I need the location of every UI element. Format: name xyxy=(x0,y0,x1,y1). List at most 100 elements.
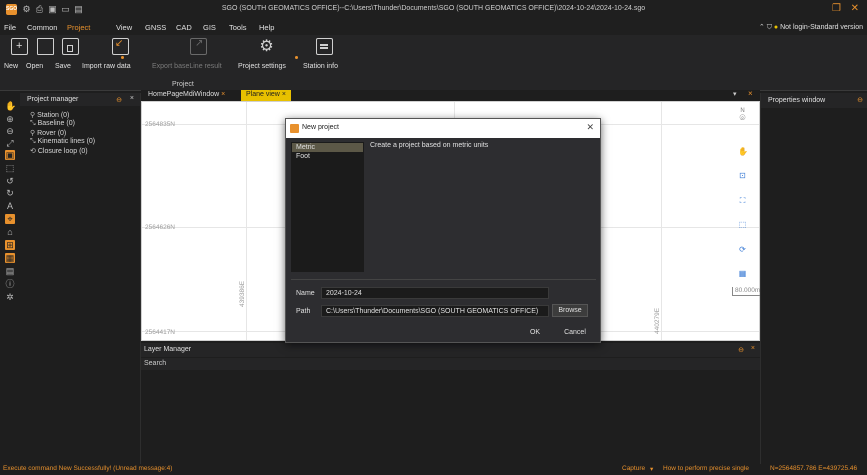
menu-bar: File Common Project View GNSS CAD GIS To… xyxy=(0,20,867,35)
help-hint-link[interactable]: How to perform precise single xyxy=(663,465,749,472)
collapse-ribbon-icon[interactable]: ⌃ xyxy=(759,24,765,31)
unit-description: Create a project based on metric units xyxy=(370,142,489,149)
station-icon: ⚲ xyxy=(30,112,36,119)
full-extent-icon[interactable]: ⛶ xyxy=(738,196,747,205)
info-icon[interactable]: ⓘ xyxy=(5,279,15,289)
pin-icon[interactable]: ⊖ xyxy=(116,96,122,104)
capture-toggle[interactable]: Capture xyxy=(622,465,645,472)
station-info-button[interactable]: Station info xyxy=(303,63,338,70)
zoom-window-icon[interactable]: ⊡ xyxy=(738,171,747,180)
menu-tools[interactable]: Tools xyxy=(229,23,247,32)
layer-manager-header: Layer Manager ⊖ × xyxy=(141,343,760,357)
tree-item-kinematic[interactable]: ⤡ Kinematic lines (0) xyxy=(30,138,95,146)
satellite-icon[interactable]: ✲ xyxy=(5,292,15,302)
open-folder-icon[interactable] xyxy=(37,38,54,55)
refresh-icon[interactable]: ⟳ xyxy=(738,245,747,254)
menu-gis[interactable]: GIS xyxy=(203,23,216,32)
layer-search-bar[interactable]: Search xyxy=(141,358,760,370)
status-message[interactable]: Execute command New Successfully! (Unrea… xyxy=(3,465,172,472)
import-icon[interactable]: ↙ xyxy=(112,38,129,55)
menu-common[interactable]: Common xyxy=(27,23,57,32)
login-status[interactable]: ⌃ ⛉ ● Not login-Standard version xyxy=(759,23,863,32)
rotate-right-icon[interactable]: ↻ xyxy=(5,188,15,198)
new-project-dialog: New project ✕ Metric Foot Create a proje… xyxy=(285,118,601,343)
grid-line xyxy=(246,102,247,340)
new-button[interactable]: New xyxy=(4,63,18,70)
menu-cad[interactable]: CAD xyxy=(176,23,192,32)
search-label: Search xyxy=(144,360,167,367)
zoom-extent-icon[interactable]: ⤢ xyxy=(5,138,15,148)
menu-help[interactable]: Help xyxy=(259,23,274,32)
crop-icon[interactable]: ⊞ xyxy=(5,240,15,250)
tree-item-station[interactable]: ⚲ Station (0) xyxy=(30,111,69,119)
loop-icon: ⟲ xyxy=(30,148,36,155)
tree-item-label: Baseline (0) xyxy=(37,120,75,127)
north-coordinate-label: 2564417N xyxy=(145,329,175,336)
home-icon[interactable]: ⌂ xyxy=(5,227,15,237)
tree-item-baseline[interactable]: ⤡ Baseline (0) xyxy=(30,120,75,128)
name-label: Name xyxy=(296,290,315,297)
ok-button[interactable]: OK xyxy=(520,327,550,340)
tab-dropdown-icon[interactable]: ▾ xyxy=(733,90,737,98)
capture-dropdown-icon[interactable]: ▾ xyxy=(650,465,653,473)
unit-foot[interactable]: Foot xyxy=(292,152,363,161)
tree-item-rover[interactable]: ⚲ Rover (0) xyxy=(30,129,66,137)
layers-icon[interactable]: ▦ xyxy=(738,269,747,278)
tree-item-closure-loop[interactable]: ⟲ Closure loop (0) xyxy=(30,147,88,155)
close-tab-icon[interactable]: × xyxy=(221,91,225,98)
project-manager-title: Project manager xyxy=(27,96,79,103)
frame-icon[interactable]: ⬚ xyxy=(738,220,747,229)
import-raw-data-button[interactable]: Import raw data xyxy=(82,63,131,70)
close-tab-icon[interactable]: × xyxy=(282,91,286,98)
project-manager-header: Project manager ⊖ × xyxy=(20,93,140,106)
shield-icon: ⛉ xyxy=(766,24,772,31)
tab-plane-view[interactable]: Plane view × xyxy=(241,90,291,101)
document-icon[interactable] xyxy=(316,38,333,55)
pin-icon[interactable]: ⊖ xyxy=(857,96,863,104)
box-select-icon[interactable]: ⬚ xyxy=(5,163,15,173)
close-dialog-icon[interactable]: ✕ xyxy=(586,122,594,133)
zoom-in-icon[interactable]: ⊕ xyxy=(5,114,15,124)
app-logo-icon xyxy=(290,124,299,133)
select-icon[interactable]: ▣ xyxy=(5,150,15,160)
scale-bar: 80.000m xyxy=(732,287,764,296)
menu-file[interactable]: File xyxy=(4,23,16,32)
left-toolbar: ✋ ⊕ ⊖ ⤢ ▣ ⬚ ↺ ↻ A ⌖ ⌂ ⊞ ▦ ▤ ⓘ ✲ xyxy=(0,93,20,464)
open-button[interactable]: Open xyxy=(26,63,43,70)
close-window-icon[interactable]: ✕ xyxy=(851,3,859,14)
close-view-icon[interactable]: × xyxy=(748,89,753,98)
pan-view-icon[interactable]: ✋ xyxy=(738,147,748,156)
menu-gnss[interactable]: GNSS xyxy=(145,23,166,32)
cancel-button[interactable]: Cancel xyxy=(558,327,592,340)
pin-icon[interactable]: ⊖ xyxy=(738,346,744,354)
project-settings-button[interactable]: Project settings xyxy=(238,63,286,70)
menu-view[interactable]: View xyxy=(116,23,132,32)
layer-manager-title: Layer Manager xyxy=(144,346,192,353)
save-button[interactable]: Save xyxy=(55,63,71,70)
menu-project[interactable]: Project xyxy=(67,23,90,32)
project-path-input[interactable]: C:\Users\Thunder\Documents\SGO (SOUTH GE… xyxy=(321,305,549,317)
measure-icon[interactable]: ⌖ xyxy=(5,214,15,224)
layer-manager-panel: Layer Manager ⊖ × Search xyxy=(141,343,760,464)
new-icon[interactable]: + xyxy=(11,38,28,55)
project-name-input[interactable]: 2024-10-24 xyxy=(321,287,549,299)
close-panel-icon[interactable]: × xyxy=(751,345,755,352)
table-icon[interactable]: ▦ xyxy=(5,253,15,263)
pan-hand-icon[interactable]: ✋ xyxy=(5,101,16,111)
settings-dropdown-icon[interactable] xyxy=(295,56,298,59)
zoom-out-icon[interactable]: ⊖ xyxy=(5,126,15,136)
project-form: Name 2024-10-24 Path C:\Users\Thunder\Do… xyxy=(291,279,596,325)
unit-metric[interactable]: Metric xyxy=(292,143,363,152)
grid-icon[interactable]: ▤ xyxy=(5,266,15,276)
close-panel-icon[interactable]: × xyxy=(130,95,134,102)
browse-button[interactable]: Browse xyxy=(552,304,588,317)
settings-gear-icon[interactable]: ⚙ xyxy=(258,38,275,55)
export-icon: ↗ xyxy=(190,38,207,55)
rotate-left-icon[interactable]: ↺ xyxy=(5,176,15,186)
tab-homepage[interactable]: HomePageMdiWindow × xyxy=(143,90,230,101)
status-bar: Execute command New Successfully! (Unrea… xyxy=(0,464,867,475)
save-icon[interactable] xyxy=(62,38,79,55)
text-tool-icon[interactable]: A xyxy=(5,201,15,211)
restore-window-icon[interactable]: ❐ xyxy=(832,3,841,14)
import-dropdown-icon[interactable] xyxy=(121,56,124,59)
